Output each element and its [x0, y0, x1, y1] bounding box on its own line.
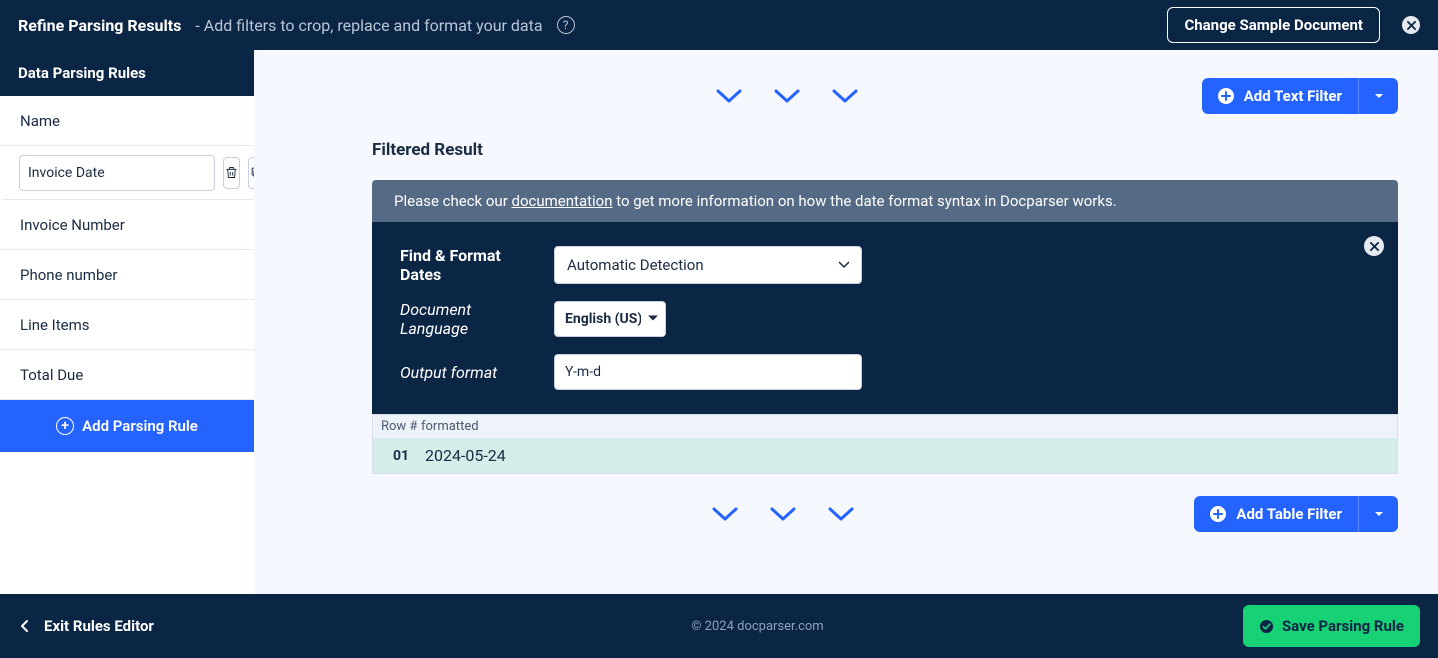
flow-arrows	[372, 505, 1194, 523]
result-table: Row # formatted 01 2024-05-24	[372, 414, 1398, 474]
chevron-left-icon	[18, 619, 32, 633]
rule-item-phone[interactable]: Phone number	[0, 250, 254, 300]
exit-rules-editor-button[interactable]: Exit Rules Editor	[18, 617, 272, 635]
plus-circle-icon: +	[56, 417, 74, 435]
plus-icon	[1210, 506, 1226, 522]
row-value: 2024-05-24	[421, 446, 506, 465]
add-rule-label: Add Parsing Rule	[82, 417, 198, 435]
page-title: Refine Parsing Results	[18, 16, 181, 35]
rule-item-name[interactable]: Name	[0, 96, 254, 146]
add-parsing-rule-button[interactable]: + Add Parsing Rule	[0, 400, 254, 452]
close-icon[interactable]	[1402, 16, 1420, 34]
banner-text-post: to get more information on how the date …	[613, 192, 1117, 210]
add-text-filter-button[interactable]: Add Text Filter	[1202, 78, 1358, 114]
footer-copyright: © 2024 docparser.com	[272, 619, 1243, 634]
date-filter-config-panel: Find & Format Dates Automatic Detection …	[372, 222, 1398, 414]
chevron-down-icon	[831, 87, 859, 105]
add-text-filter-label: Add Text Filter	[1244, 87, 1342, 105]
delete-rule-button[interactable]	[223, 157, 240, 189]
sidebar: Data Parsing Rules Name Invoice Number P…	[0, 50, 254, 594]
rule-item-active	[0, 146, 254, 200]
output-format-input[interactable]	[554, 354, 862, 390]
topbar: Refine Parsing Results - Add filters to …	[0, 0, 1438, 50]
change-sample-document-button[interactable]: Change Sample Document	[1167, 7, 1380, 43]
rule-item-line-items[interactable]: Line Items	[0, 300, 254, 350]
help-icon[interactable]: ?	[557, 16, 575, 34]
add-table-filter-dropdown-button[interactable]	[1358, 496, 1398, 532]
chevron-down-icon	[715, 87, 743, 105]
exit-label: Exit Rules Editor	[44, 617, 154, 635]
add-table-filter-button[interactable]: Add Table Filter	[1194, 496, 1358, 532]
table-header-row: Row #	[381, 419, 421, 434]
banner-text-pre: Please check our	[394, 192, 512, 210]
save-label: Save Parsing Rule	[1282, 617, 1404, 635]
caret-down-icon	[1374, 511, 1384, 518]
check-circle-icon	[1259, 619, 1274, 634]
plus-icon	[1218, 88, 1234, 104]
chevron-down-icon	[769, 505, 797, 523]
chevron-down-icon	[711, 505, 739, 523]
add-table-filter-label: Add Table Filter	[1236, 505, 1342, 523]
page-subtitle: - Add filters to crop, replace and forma…	[195, 16, 542, 35]
main-content: Add Text Filter Filtered Result Please c…	[254, 50, 1438, 594]
save-parsing-rule-button[interactable]: Save Parsing Rule	[1243, 605, 1420, 647]
info-banner: Please check our documentation to get mo…	[372, 180, 1398, 222]
chevron-down-icon	[827, 505, 855, 523]
add-text-filter-dropdown-button[interactable]	[1358, 78, 1398, 114]
footer: Exit Rules Editor © 2024 docparser.com S…	[0, 594, 1438, 658]
rule-item-total-due[interactable]: Total Due	[0, 350, 254, 400]
documentation-link[interactable]: documentation	[512, 192, 613, 210]
row-number: 01	[381, 448, 421, 464]
table-header-formatted: formatted	[421, 419, 479, 434]
filtered-result-title: Filtered Result	[372, 140, 1398, 160]
rule-name-input[interactable]	[19, 155, 215, 191]
output-format-label: Output format	[400, 363, 538, 382]
remove-filter-button[interactable]	[1364, 236, 1384, 256]
flow-arrows	[372, 87, 1202, 105]
sidebar-header: Data Parsing Rules	[0, 50, 254, 96]
table-row: 01 2024-05-24	[373, 438, 1397, 473]
detection-mode-select[interactable]: Automatic Detection	[554, 246, 862, 284]
caret-down-icon	[1374, 93, 1384, 100]
find-dates-label: Find & Format Dates	[400, 246, 538, 284]
trash-icon	[224, 165, 239, 180]
chevron-down-icon	[773, 87, 801, 105]
document-language-select[interactable]: English (US)	[554, 301, 666, 337]
doc-language-label: Document Language	[400, 300, 538, 338]
rule-item-invoice-number[interactable]: Invoice Number	[0, 200, 254, 250]
